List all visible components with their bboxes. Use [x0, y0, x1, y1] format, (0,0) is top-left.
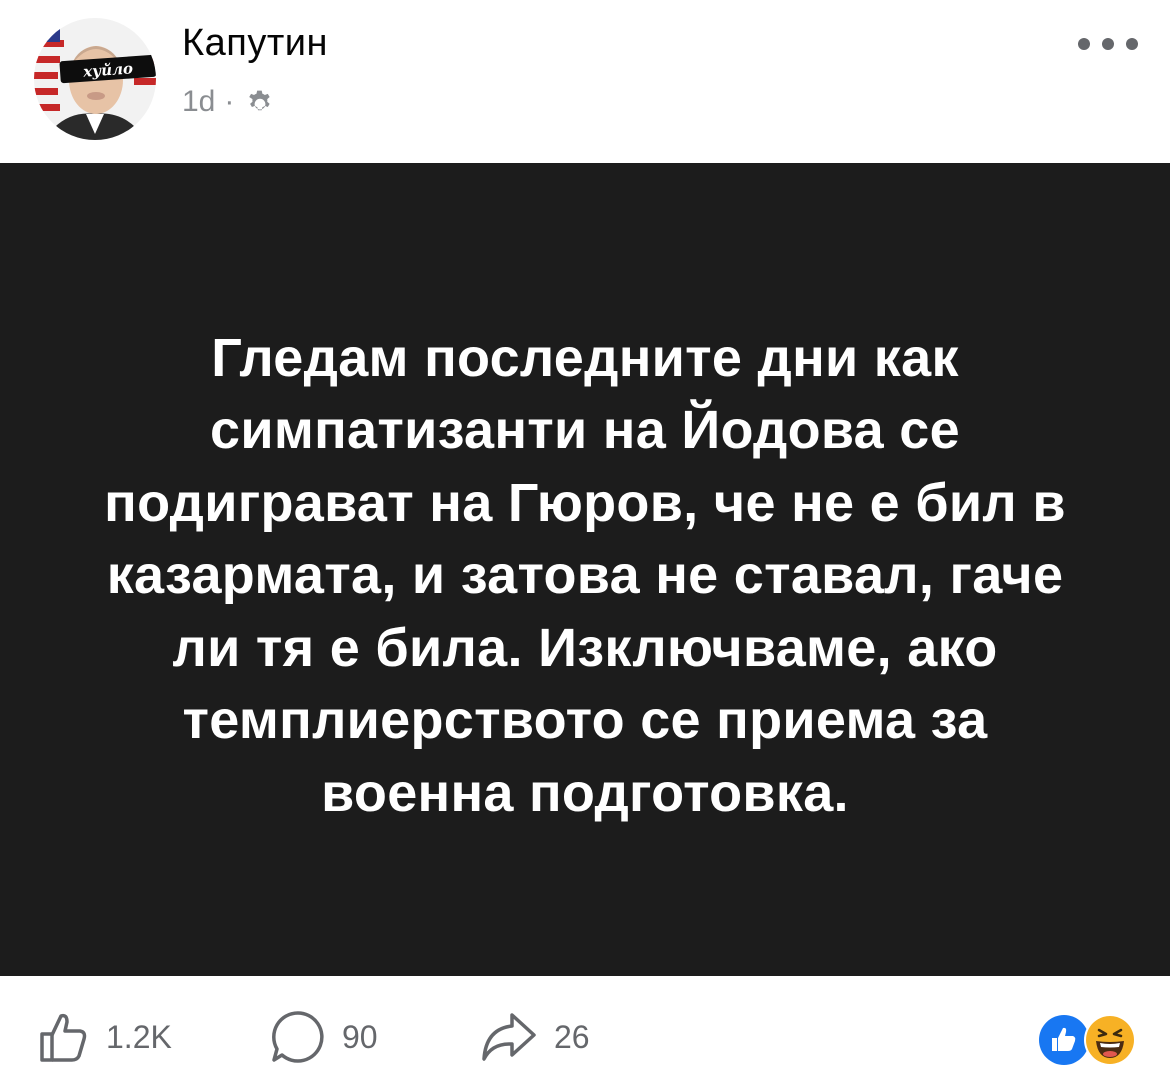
comment-count: 90: [342, 1018, 378, 1055]
more-horizontal-icon: [1078, 38, 1090, 50]
like-button[interactable]: 1.2K: [34, 1002, 172, 1072]
like-count: 1.2K: [106, 1018, 172, 1055]
more-horizontal-icon: [1126, 38, 1138, 50]
more-options-button[interactable]: [1078, 30, 1138, 58]
comment-bubble-icon: [272, 1011, 324, 1063]
share-arrow-icon: [482, 1013, 536, 1061]
gear-icon[interactable]: [243, 85, 277, 119]
post-text-card[interactable]: Гледам последните дни как симпатизанти н…: [0, 163, 1170, 976]
post-header: хуйло Капутин 1d ·: [0, 0, 1170, 163]
post-timestamp[interactable]: 1d: [182, 85, 215, 119]
like-reaction-icon: [1039, 1015, 1089, 1065]
reactions-summary[interactable]: [1036, 1012, 1140, 1068]
thumbs-up-icon: [40, 1013, 87, 1062]
avatar-image: хуйло: [34, 18, 156, 140]
author-avatar[interactable]: хуйло: [34, 18, 156, 140]
post-text: Гледам последните дни как симпатизанти н…: [104, 327, 1066, 823]
meta-separator: ·: [224, 85, 235, 118]
share-count: 26: [554, 1018, 590, 1055]
comment-button[interactable]: 90: [268, 1002, 378, 1072]
haha-reaction-icon: [1084, 1014, 1136, 1066]
post-actions-bar: 1.2K 90 26: [0, 990, 1170, 1090]
author-name[interactable]: Капутин: [182, 22, 328, 65]
post-meta: 1d ·: [182, 82, 277, 122]
svg-text:хуйло: хуйло: [82, 59, 134, 81]
share-button[interactable]: 26: [478, 1002, 590, 1072]
more-horizontal-icon: [1102, 38, 1114, 50]
